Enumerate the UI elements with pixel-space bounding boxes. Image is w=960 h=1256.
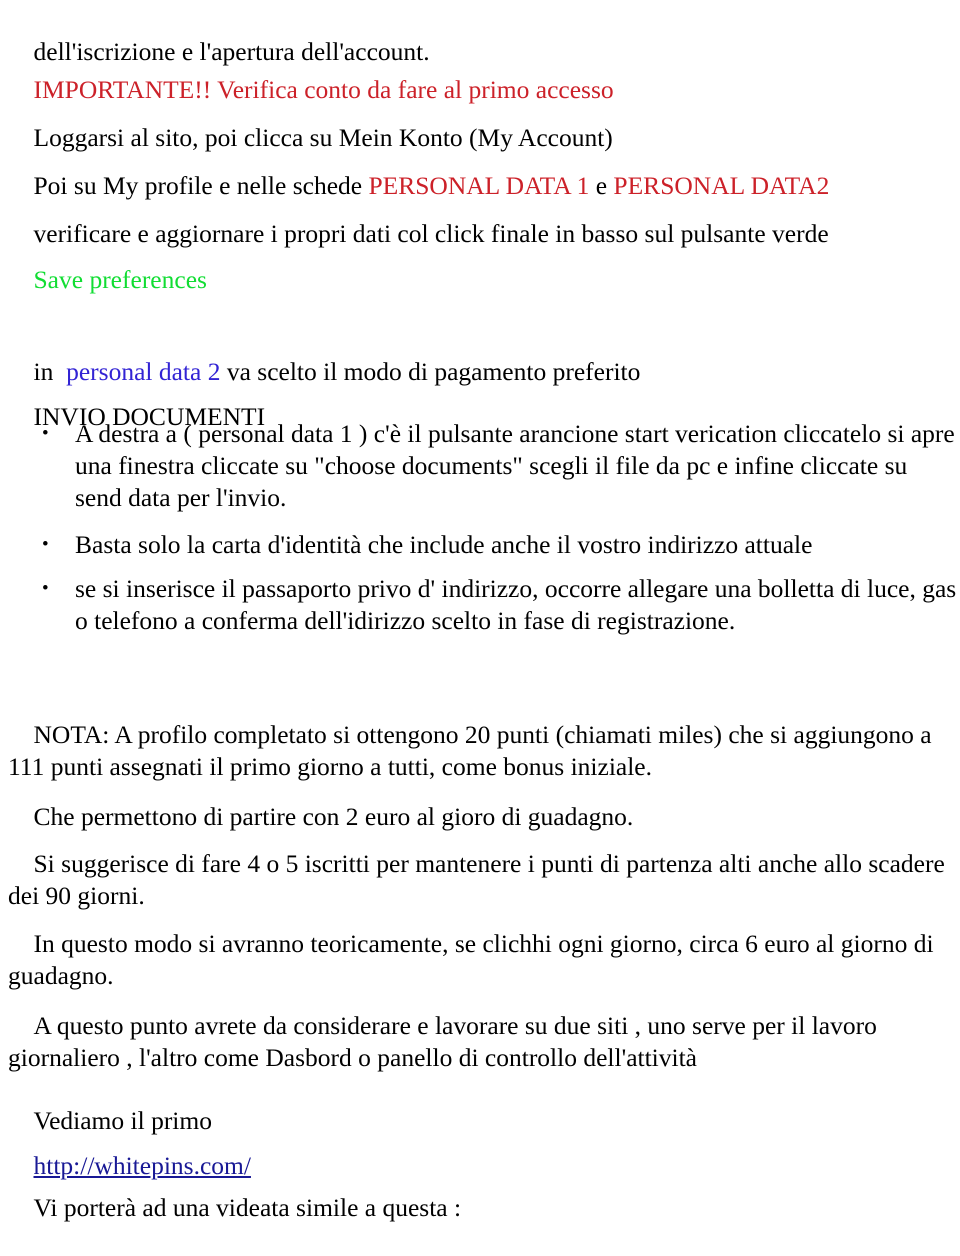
text-vi-portera-videata: Vi porterà ad una videata simile a quest… bbox=[33, 1193, 462, 1222]
list-item: • A destra a ( personal data 1 ) c'è il … bbox=[42, 418, 958, 514]
document-page: dell'iscrizione e l'apertura dell'accoun… bbox=[0, 0, 960, 1222]
text-a-questo-punto: A questo punto avrete da considerare e l… bbox=[8, 1011, 884, 1072]
list-item-text-carta-identita: Basta solo la carta d'identità che inclu… bbox=[75, 530, 813, 559]
list-item: • Basta solo la carta d'identità che inc… bbox=[42, 529, 958, 561]
bullet-icon: • bbox=[42, 423, 49, 444]
list-item-text-invio-documenti: A destra a ( personal data 1 ) c'è il pu… bbox=[75, 419, 955, 512]
bullet-icon: • bbox=[42, 578, 49, 599]
list-item-text-passaporto: se si inserisce il passaporto privo d' i… bbox=[75, 574, 957, 635]
bullet-icon: • bbox=[42, 534, 49, 555]
text-save-preferences: Save preferences bbox=[33, 265, 207, 294]
paragraph-vi-portera: Vi porterà ad una videata simile a quest… bbox=[8, 1160, 956, 1256]
list-item: • se si inserisce il passaporto privo d'… bbox=[42, 573, 958, 637]
paragraph-save-preferences: Save preferences bbox=[8, 232, 956, 328]
